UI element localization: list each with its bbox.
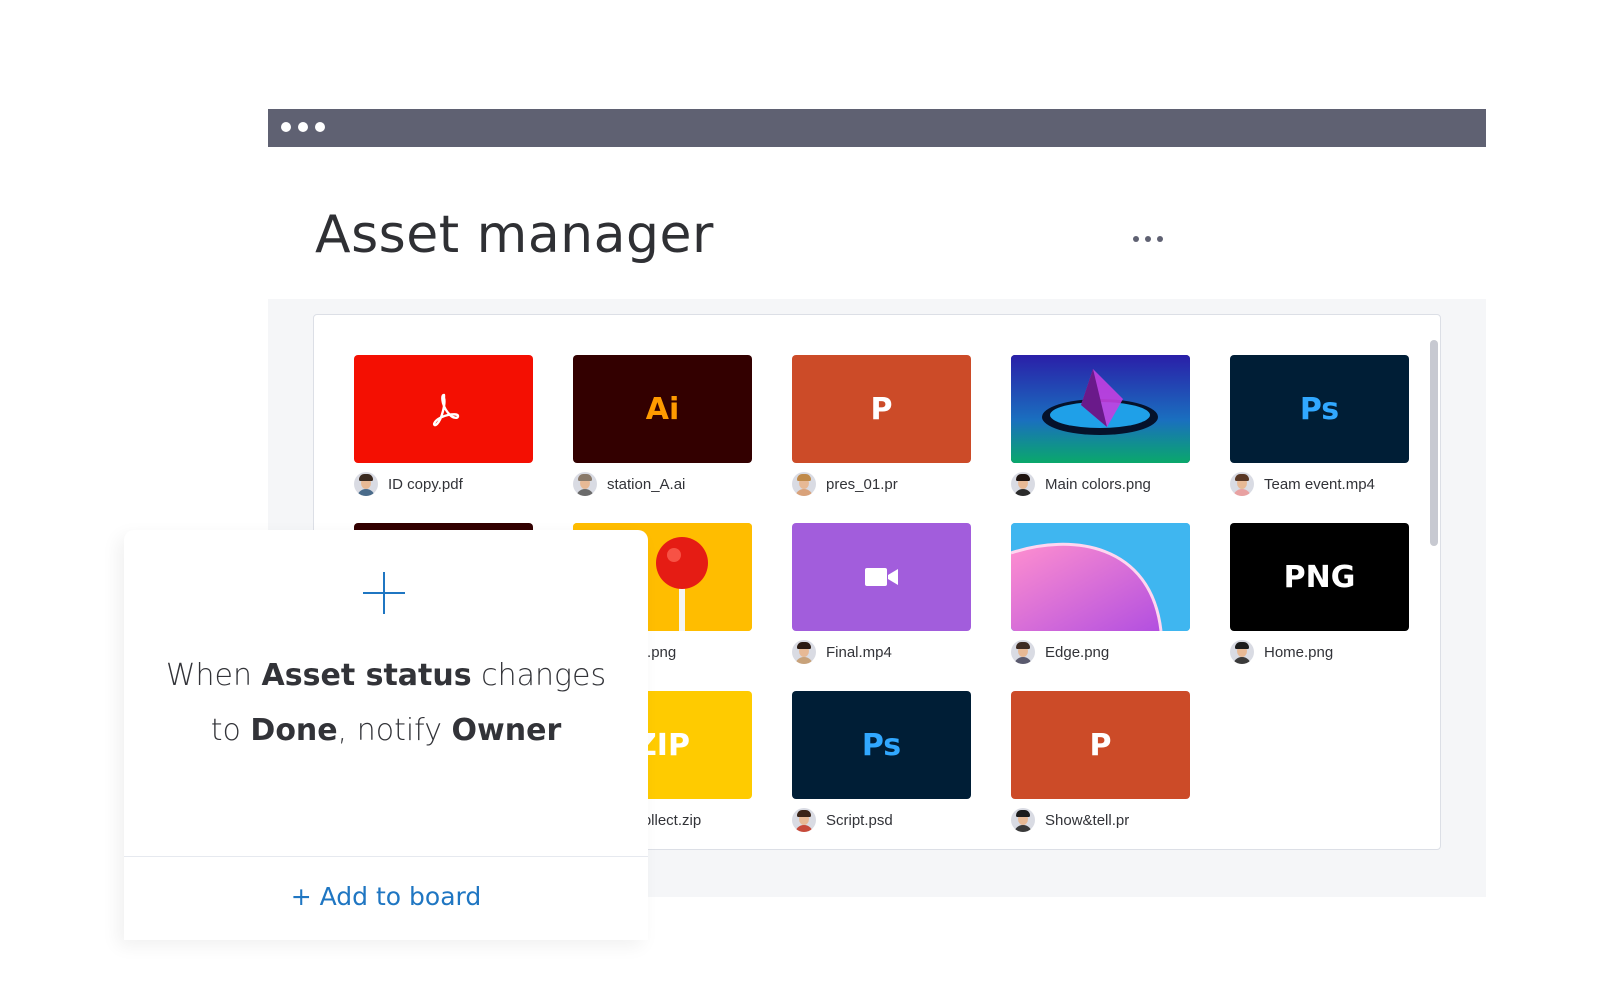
avatar[interactable]	[1230, 472, 1254, 496]
avatar[interactable]	[354, 472, 378, 496]
asset-meta: Home.png	[1230, 640, 1333, 664]
avatar[interactable]	[1011, 640, 1035, 664]
asset-filename: Main colors.png	[1045, 475, 1151, 493]
asset-card[interactable]: Ps Script.psd	[792, 691, 971, 846]
thumbnail-label: Ps	[861, 727, 902, 763]
asset-filename: station_A.ai	[607, 475, 686, 493]
recipe-text: , notify	[337, 713, 452, 748]
asset-card[interactable]: P Show&tell.pr	[1011, 691, 1190, 846]
avatar[interactable]	[1230, 640, 1254, 664]
plus-icon[interactable]	[363, 572, 405, 614]
asset-thumbnail[interactable]: PNG	[1230, 523, 1409, 631]
thumbnail-label: P	[1089, 727, 1112, 763]
asset-meta: Edge.png	[1011, 640, 1109, 664]
asset-card[interactable]: Edge.png	[1011, 523, 1190, 678]
asset-meta: Team event.mp4	[1230, 472, 1375, 496]
asset-thumbnail[interactable]: Ps	[1230, 355, 1409, 463]
more-dots-icon	[1145, 236, 1151, 242]
thumbnail-label: Ai	[645, 391, 680, 427]
page-title: Asset manager	[315, 205, 714, 265]
asset-filename: Home.png	[1264, 643, 1334, 661]
asset-thumbnail[interactable]: P	[792, 355, 971, 463]
asset-card[interactable]: Final.mp4	[792, 523, 971, 678]
window-dot-icon[interactable]	[315, 122, 325, 132]
add-to-board-button[interactable]: + Add to board	[124, 882, 648, 911]
asset-meta: Script.psd	[792, 808, 893, 832]
asset-card[interactable]: Ps Team event.mp4	[1230, 355, 1409, 510]
asset-meta: pres_01.pr	[792, 472, 898, 496]
asset-thumbnail[interactable]: Ps	[792, 691, 971, 799]
asset-thumbnail[interactable]	[1011, 523, 1190, 631]
asset-filename: Team event.mp4	[1264, 475, 1375, 493]
asset-card[interactable]: Ppres_01.pr	[792, 355, 971, 510]
avatar[interactable]	[1011, 808, 1035, 832]
asset-thumbnail[interactable]: P	[1011, 691, 1190, 799]
asset-meta: Main colors.png	[1011, 472, 1151, 496]
avatar[interactable]	[573, 472, 597, 496]
window-dot-icon[interactable]	[281, 122, 291, 132]
prism-image-icon	[1011, 355, 1190, 463]
asset-filename: Show&tell.pr	[1045, 811, 1130, 829]
recipe-target[interactable]: Owner	[452, 713, 562, 748]
window-titlebar	[268, 109, 1486, 147]
asset-meta: Final.mp4	[792, 640, 892, 664]
more-dots-icon	[1157, 236, 1163, 242]
divider	[124, 856, 648, 857]
thumbnail-label: PNG	[1283, 559, 1356, 595]
acrobat-icon	[432, 393, 459, 427]
asset-filename: Edge.png	[1045, 643, 1110, 661]
asset-filename: pres_01.pr	[826, 475, 898, 493]
avatar[interactable]	[792, 472, 816, 496]
video-camera-icon	[864, 568, 898, 586]
asset-thumbnail[interactable]	[792, 523, 971, 631]
asset-filename: ID copy.pdf	[388, 475, 463, 493]
window-controls	[281, 122, 325, 132]
more-dots-icon	[1133, 236, 1139, 242]
asset-thumbnail[interactable]	[354, 355, 533, 463]
asset-card[interactable]: PNG Home.png	[1230, 523, 1409, 678]
automation-recipe-card: When Asset status changes to Done, notif…	[124, 530, 648, 940]
asset-meta: station_A.ai	[573, 472, 685, 496]
avatar[interactable]	[792, 808, 816, 832]
board-scrollbar[interactable]	[1430, 340, 1438, 546]
asset-filename: Script.psd	[826, 811, 893, 829]
thumbnail-label: P	[870, 391, 893, 427]
asset-filename: Final.mp4	[826, 643, 892, 661]
asset-card[interactable]: ID copy.pdf	[354, 355, 533, 510]
asset-thumbnail[interactable]: Ai	[573, 355, 752, 463]
asset-thumbnail[interactable]	[1011, 355, 1190, 463]
avatar[interactable]	[792, 640, 816, 664]
avatar[interactable]	[1011, 472, 1035, 496]
more-options-button[interactable]	[1128, 226, 1168, 252]
asset-meta: ID copy.pdf	[354, 472, 463, 496]
asset-card[interactable]: Main colors.png	[1011, 355, 1190, 510]
asset-card[interactable]: Ai station_A.ai	[573, 355, 752, 510]
curved-paper-image-icon	[1011, 523, 1190, 631]
recipe-sentence: When Asset status changes to Done, notif…	[154, 648, 618, 758]
recipe-text: When	[165, 658, 262, 693]
thumbnail-label: Ps	[1299, 391, 1340, 427]
asset-meta: Show&tell.pr	[1011, 808, 1129, 832]
recipe-field[interactable]: Asset status	[262, 658, 472, 693]
window-dot-icon[interactable]	[298, 122, 308, 132]
recipe-value[interactable]: Done	[250, 713, 337, 748]
